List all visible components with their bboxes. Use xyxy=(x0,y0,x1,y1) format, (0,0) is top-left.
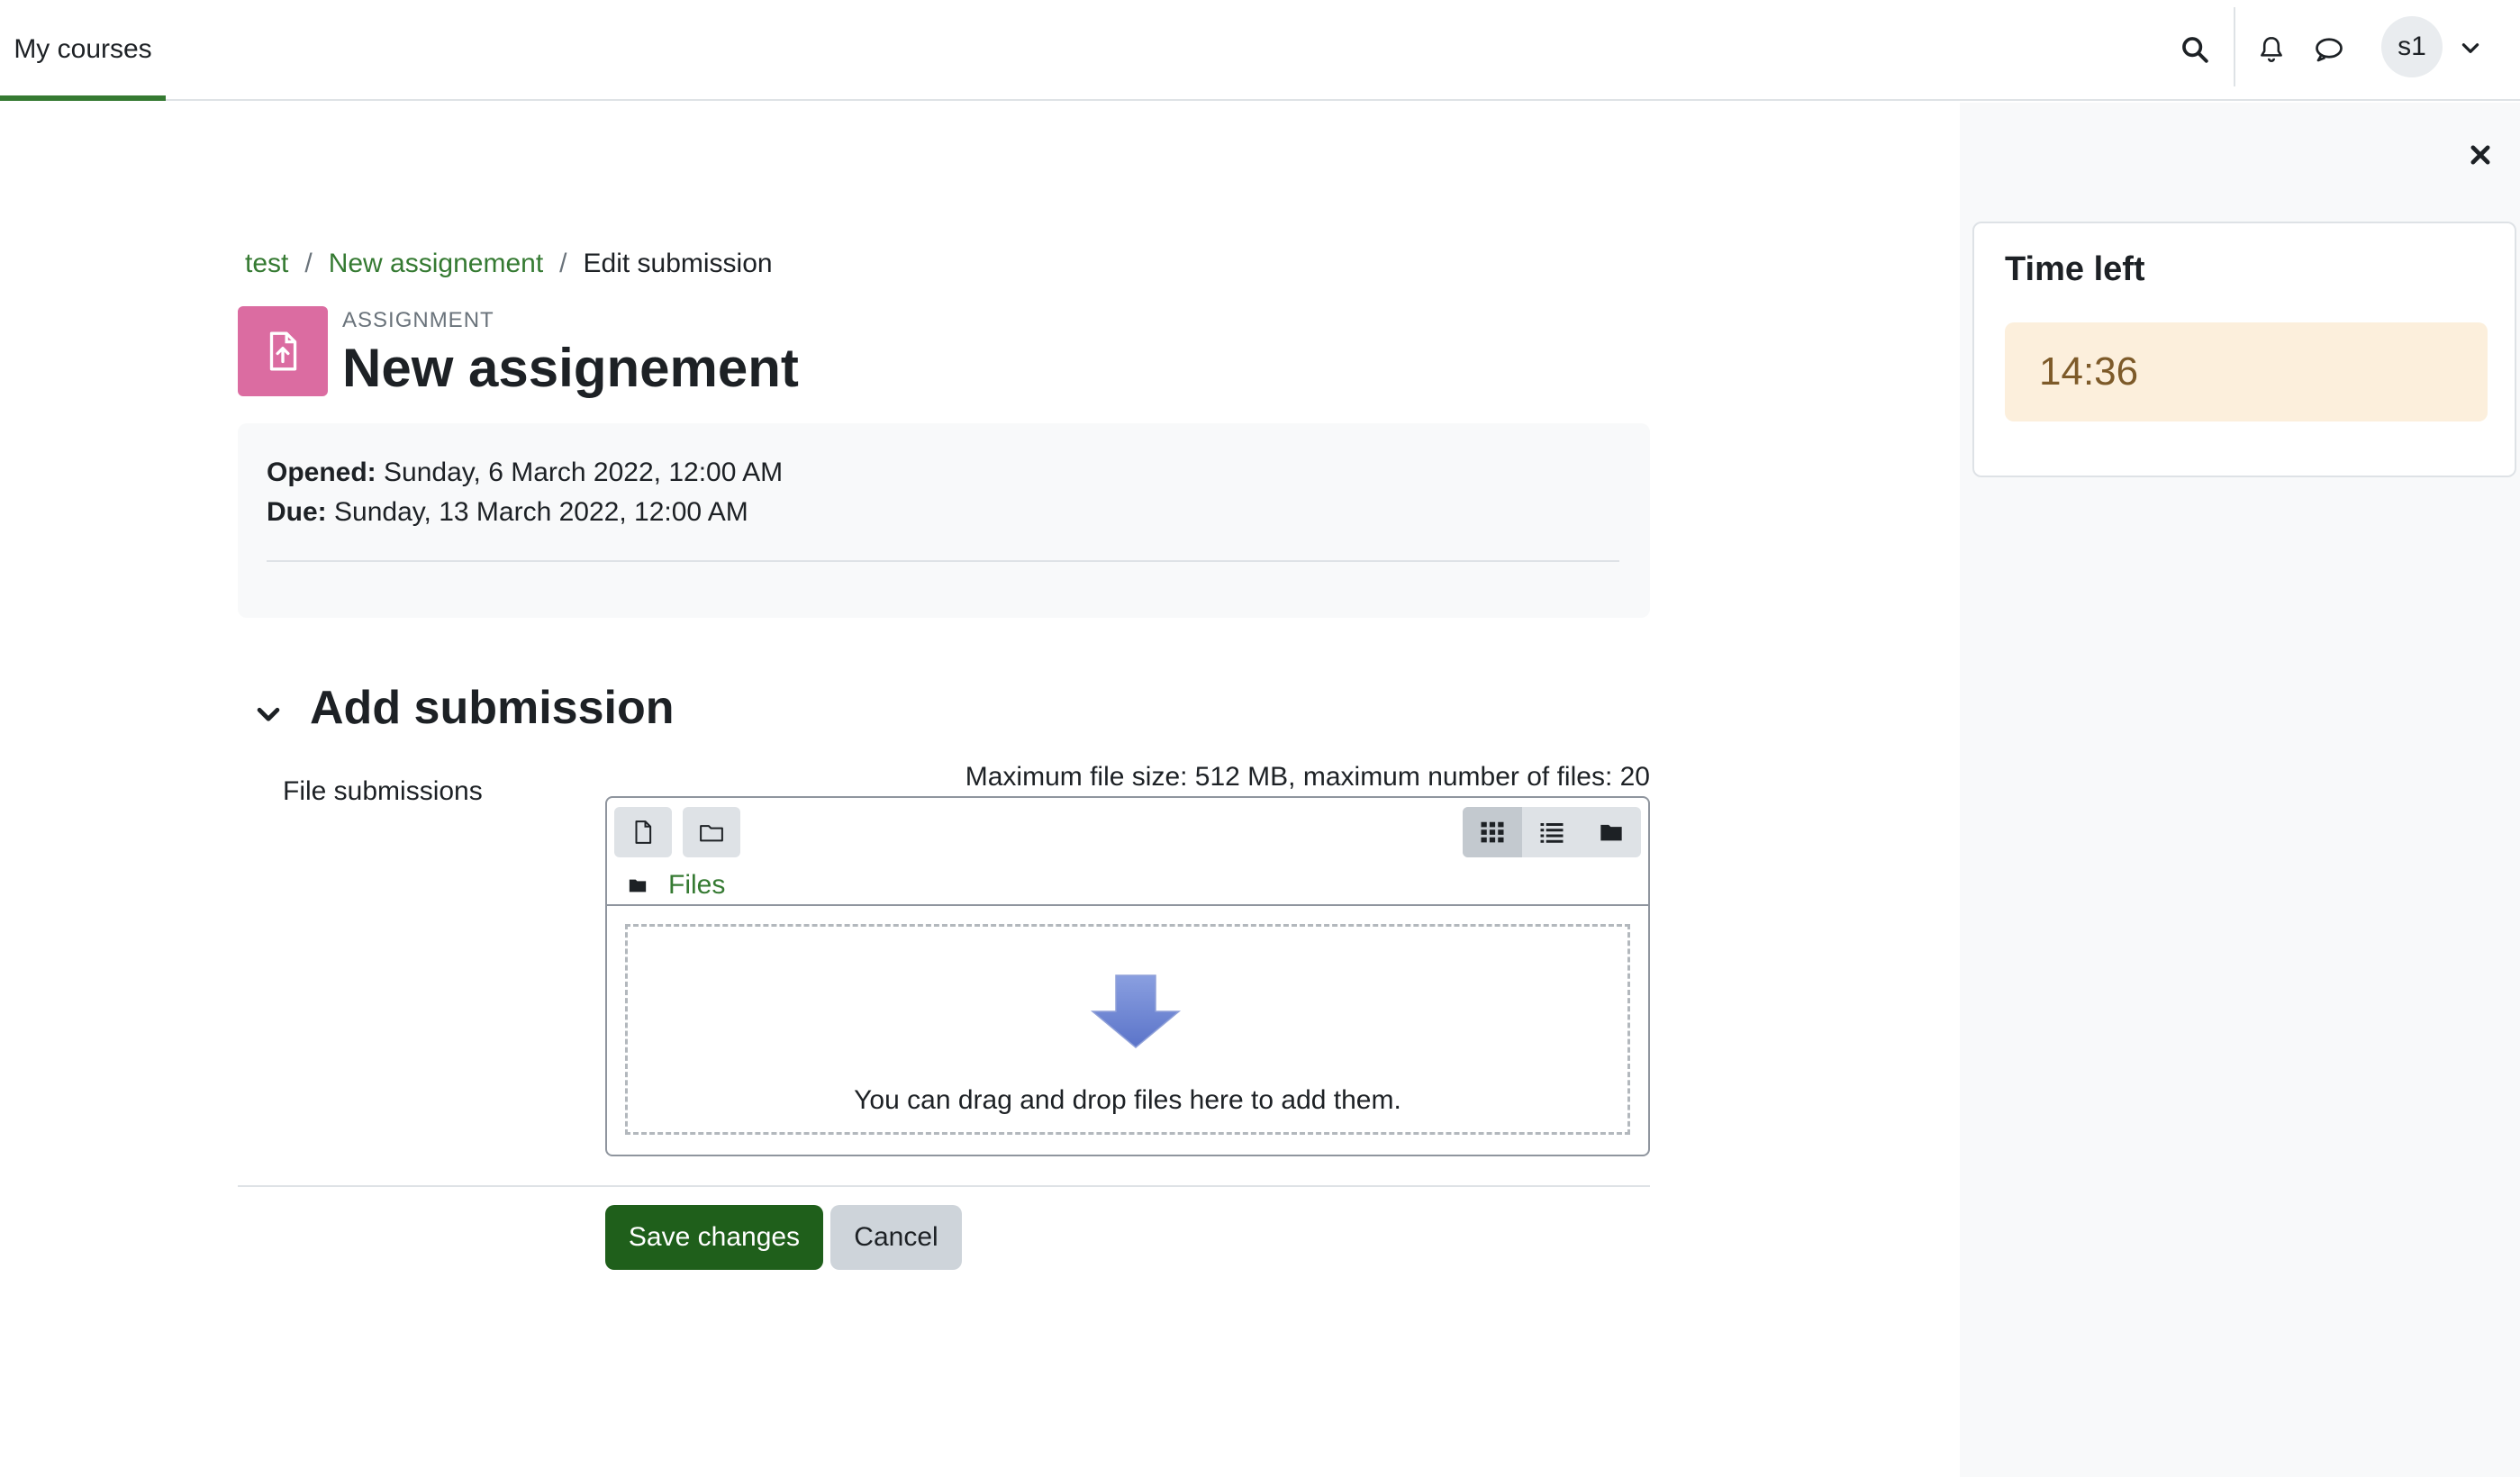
cancel-button[interactable]: Cancel xyxy=(830,1205,962,1270)
view-mode-group xyxy=(1463,807,1641,857)
page-title: New assignement xyxy=(342,338,799,398)
path-link-files[interactable]: Files xyxy=(668,870,725,901)
breadcrumb-item-assignment[interactable]: New assignement xyxy=(329,249,543,279)
opened-label: Opened: xyxy=(267,458,376,487)
time-left-value: 14:36 xyxy=(2005,322,2488,421)
download-arrow-icon xyxy=(1090,974,1182,1048)
navbar-divider xyxy=(2234,7,2235,86)
add-file-button[interactable] xyxy=(614,807,672,857)
section-title[interactable]: Add submission xyxy=(310,681,674,735)
timer-block: Time left 14:36 xyxy=(1972,222,2516,477)
grid-view-icon[interactable] xyxy=(1463,807,1522,857)
file-dropzone[interactable]: You can drag and drop files here to add … xyxy=(625,924,1630,1135)
file-limits-text: Maximum file size: 512 MB, maximum numbe… xyxy=(965,762,1650,792)
breadcrumb-item-course[interactable]: test xyxy=(245,249,288,279)
opened-value: Sunday, 6 March 2022, 12:00 AM xyxy=(384,458,784,487)
folder-icon xyxy=(629,879,647,893)
chat-icon[interactable] xyxy=(2308,29,2350,70)
due-value: Sunday, 13 March 2022, 12:00 AM xyxy=(334,497,748,527)
dropzone-text: You can drag and drop files here to add … xyxy=(854,1085,1401,1115)
assignment-icon xyxy=(238,306,328,396)
close-icon[interactable] xyxy=(2464,139,2497,171)
list-view-icon[interactable] xyxy=(1522,807,1582,857)
chevron-down-icon[interactable] xyxy=(2459,36,2482,59)
dates-divider xyxy=(267,560,1619,562)
activity-type-label: ASSIGNMENT xyxy=(342,308,494,332)
activity-dates: Opened: Sunday, 6 March 2022, 12:00 AM D… xyxy=(238,423,1650,618)
breadcrumb-separator: / xyxy=(559,249,567,278)
opened-date: Opened: Sunday, 6 March 2022, 12:00 AM xyxy=(267,458,783,488)
form-divider xyxy=(238,1185,1650,1187)
chevron-down-icon[interactable] xyxy=(249,695,288,735)
bell-icon[interactable] xyxy=(2251,29,2292,70)
file-submissions-label: File submissions xyxy=(283,776,483,806)
folder-view-icon[interactable] xyxy=(1582,807,1641,857)
due-date: Due: Sunday, 13 March 2022, 12:00 AM xyxy=(267,497,748,528)
breadcrumb: test / New assignement / Edit submission xyxy=(245,249,773,279)
nav-tab-my-courses[interactable]: My courses xyxy=(0,0,166,101)
breadcrumb-item-current: Edit submission xyxy=(583,249,773,278)
file-path: Files xyxy=(627,870,725,901)
due-label: Due: xyxy=(267,497,327,527)
top-navbar: My courses s1 xyxy=(0,0,2520,101)
search-icon[interactable] xyxy=(2174,29,2216,70)
file-manager: Files You can drag and drop files here t… xyxy=(605,796,1650,1156)
block-title: Time left xyxy=(2005,250,2145,288)
create-folder-button[interactable] xyxy=(683,807,740,857)
user-avatar[interactable]: s1 xyxy=(2381,16,2443,77)
save-changes-button[interactable]: Save changes xyxy=(605,1205,823,1270)
breadcrumb-separator: / xyxy=(304,249,313,278)
file-manager-divider xyxy=(607,904,1648,906)
